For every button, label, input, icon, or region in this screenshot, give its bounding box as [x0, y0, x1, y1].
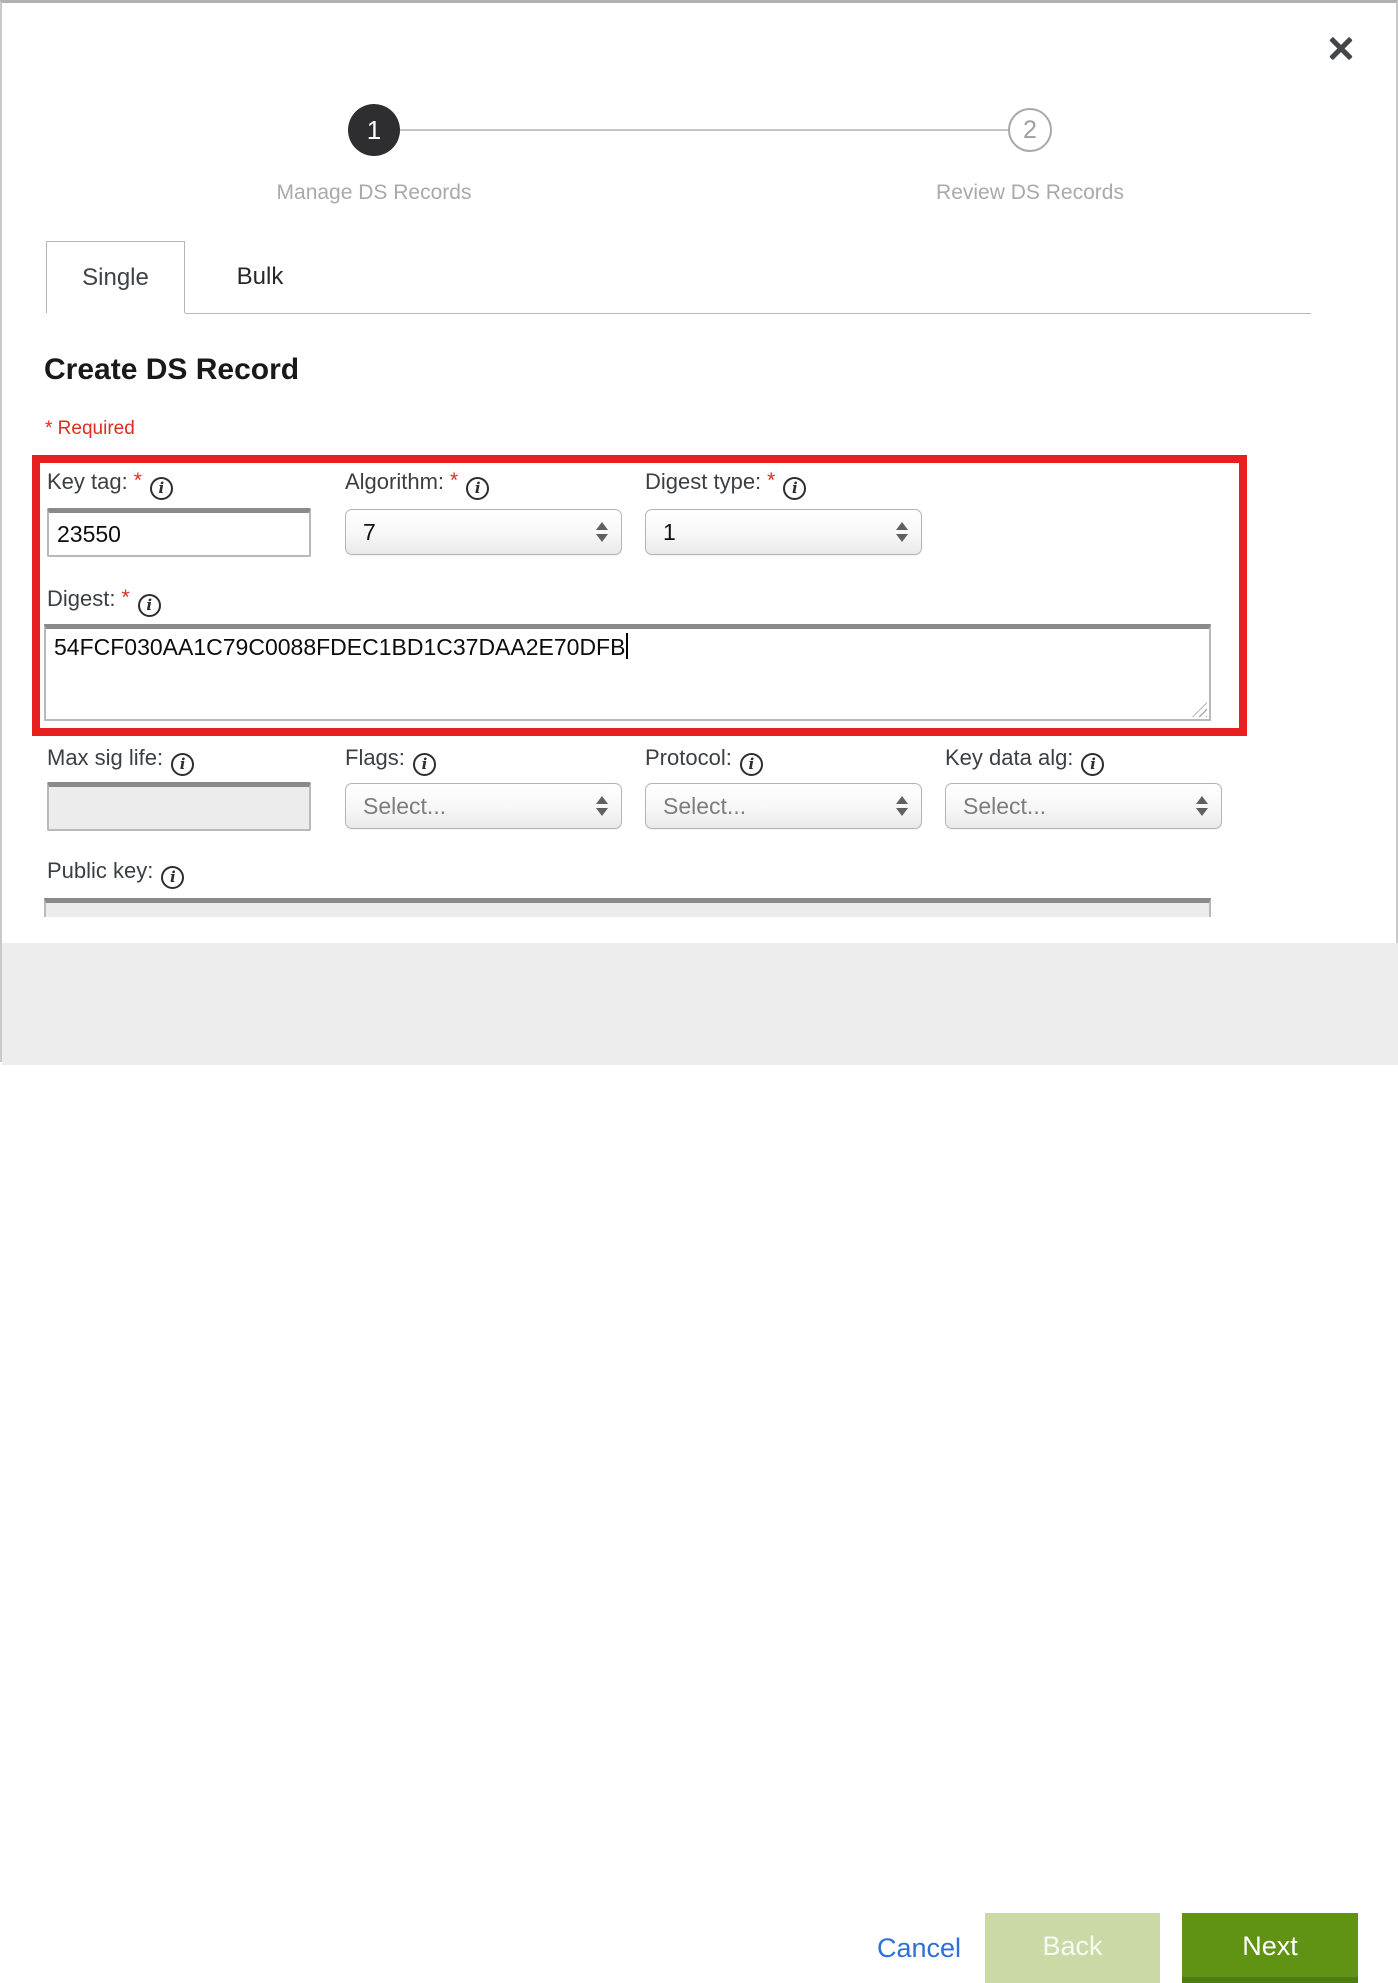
tab-bar-underline — [185, 313, 1311, 314]
key-data-alg-label: Key data alg: i — [945, 745, 1104, 776]
stepper-step-1-label: Manage DS Records — [174, 181, 574, 205]
algorithm-select-value: 7 — [363, 510, 585, 554]
info-icon[interactable]: i — [150, 477, 173, 500]
protocol-label-text: Protocol: — [645, 745, 732, 770]
key-data-alg-select[interactable]: Select... — [945, 783, 1222, 829]
cancel-link[interactable]: Cancel — [877, 1933, 961, 1964]
max-sig-life-label-text: Max sig life: — [47, 745, 163, 770]
stepper-step-2-circle: 2 — [1008, 108, 1052, 152]
back-button[interactable]: Back — [985, 1913, 1160, 1983]
key-tag-label: Key tag: * i — [47, 469, 173, 500]
key-tag-input[interactable] — [47, 508, 311, 557]
key-data-alg-label-text: Key data alg: — [945, 745, 1073, 770]
modal-footer: Cancel Back Next — [2, 943, 1398, 1065]
resize-grip-icon[interactable] — [1192, 702, 1207, 717]
required-asterisk: * — [450, 469, 458, 492]
info-icon[interactable]: i — [1081, 753, 1104, 776]
key-data-alg-select-value: Select... — [963, 784, 1185, 828]
max-sig-life-label: Max sig life: i — [47, 745, 194, 776]
select-arrows-icon — [1196, 796, 1208, 816]
info-icon[interactable]: i — [413, 753, 436, 776]
required-note: * Required — [45, 418, 135, 440]
protocol-label: Protocol: i — [645, 745, 763, 776]
required-asterisk: * — [767, 469, 775, 492]
protocol-select[interactable]: Select... — [645, 783, 922, 829]
public-key-label-text: Public key: — [47, 858, 153, 883]
info-icon[interactable]: i — [161, 866, 184, 889]
tab-single[interactable]: Single — [46, 241, 185, 313]
select-arrows-icon — [596, 522, 608, 542]
info-icon[interactable]: i — [466, 477, 489, 500]
required-asterisk: * — [121, 586, 129, 609]
digest-type-select[interactable]: 1 — [645, 509, 922, 555]
tab-bulk[interactable]: Bulk — [185, 241, 335, 313]
flags-select[interactable]: Select... — [345, 783, 622, 829]
select-arrows-icon — [596, 796, 608, 816]
select-arrows-icon — [896, 796, 908, 816]
algorithm-label-text: Algorithm: — [345, 469, 444, 494]
info-icon[interactable]: i — [783, 477, 806, 500]
required-asterisk: * — [134, 469, 142, 492]
key-tag-label-text: Key tag: — [47, 469, 128, 494]
algorithm-select[interactable]: 7 — [345, 509, 622, 555]
digest-label: Digest: * i — [47, 586, 161, 617]
max-sig-life-input[interactable] — [47, 782, 311, 831]
create-ds-record-modal: 1 2 Manage DS Records Review DS Records … — [0, 0, 1398, 1062]
digest-type-select-value: 1 — [663, 510, 885, 554]
page-title: Create DS Record — [44, 353, 299, 387]
algorithm-label: Algorithm: * i — [345, 469, 489, 500]
flags-label-text: Flags: — [345, 745, 405, 770]
flags-label: Flags: i — [345, 745, 436, 776]
text-caret — [626, 633, 628, 659]
protocol-select-value: Select... — [663, 784, 885, 828]
flags-select-value: Select... — [363, 784, 585, 828]
digest-type-label-text: Digest type: — [645, 469, 761, 494]
info-icon[interactable]: i — [171, 753, 194, 776]
stepper-connector-line — [374, 129, 1030, 131]
info-icon[interactable]: i — [138, 594, 161, 617]
digest-type-label: Digest type: * i — [645, 469, 806, 500]
digest-label-text: Digest: — [47, 586, 115, 611]
stepper-step-1-circle: 1 — [348, 104, 400, 156]
select-arrows-icon — [896, 522, 908, 542]
digest-textarea[interactable]: 54FCF030AA1C79C0088FDEC1BD1C37DAA2E70DFB — [44, 624, 1211, 721]
next-button[interactable]: Next — [1182, 1913, 1358, 1983]
close-icon[interactable] — [1326, 33, 1356, 63]
public-key-textarea[interactable] — [44, 898, 1211, 917]
digest-textarea-value: 54FCF030AA1C79C0088FDEC1BD1C37DAA2E70DFB — [54, 634, 625, 660]
stepper-step-2-label: Review DS Records — [830, 181, 1230, 205]
info-icon[interactable]: i — [740, 753, 763, 776]
public-key-label: Public key: i — [47, 858, 184, 889]
